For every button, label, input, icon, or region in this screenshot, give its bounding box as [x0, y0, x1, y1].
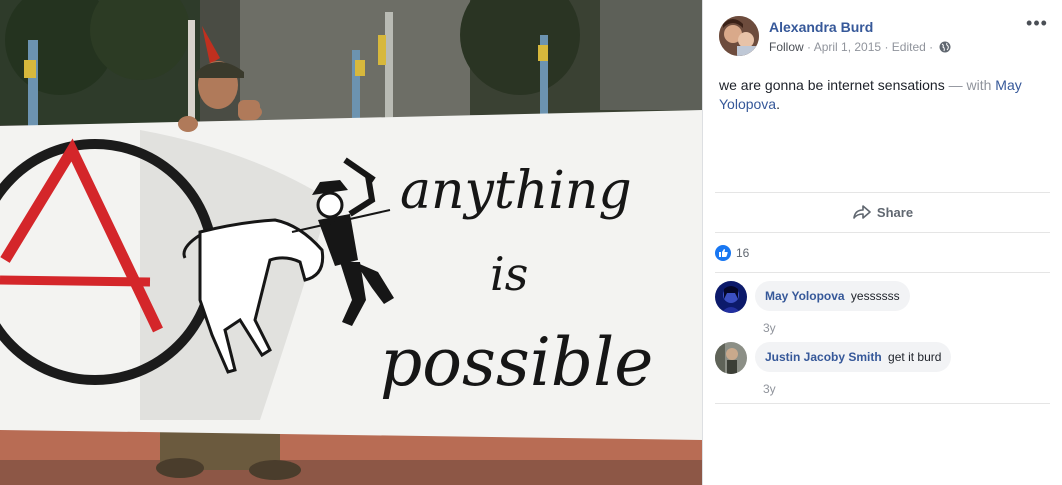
author-avatar[interactable] — [719, 16, 759, 56]
reaction-count: 16 — [736, 246, 750, 260]
comment-time[interactable]: 3y — [763, 321, 776, 335]
comment-bubble: May Yolopova yessssss — [755, 281, 910, 311]
tagged-suffix: . — [776, 96, 780, 112]
divider — [715, 403, 1050, 404]
commenter-avatar[interactable] — [715, 281, 747, 313]
divider — [715, 272, 1050, 273]
comment-time[interactable]: 3y — [763, 382, 776, 396]
comment-author[interactable]: May Yolopova — [765, 289, 845, 303]
share-button[interactable]: Share — [703, 196, 1062, 228]
post-details-panel: Alexandra Burd Follow · April 1, 2015 · … — [702, 0, 1062, 485]
photo-illustration: anything is possible — [0, 0, 702, 485]
author-name[interactable]: Alexandra Burd — [769, 19, 873, 35]
meta-separator: · — [884, 40, 889, 54]
meta-separator: · — [807, 40, 812, 54]
divider — [715, 232, 1050, 233]
post-header: Alexandra Burd Follow · April 1, 2015 · … — [719, 14, 1049, 58]
post-photo[interactable]: anything is possible — [0, 0, 702, 485]
comment-text: get it burd — [888, 350, 942, 364]
reaction-summary[interactable]: 16 — [715, 243, 749, 263]
comment-bubble: Justin Jacoby Smith get it burd — [755, 342, 952, 372]
more-options-icon[interactable]: ••• — [1025, 14, 1049, 36]
comment-author[interactable]: Justin Jacoby Smith — [765, 350, 882, 364]
comment-text: yessssss — [850, 289, 900, 303]
share-label: Share — [876, 204, 914, 220]
divider — [715, 192, 1050, 193]
post-date[interactable]: April 1, 2015 — [814, 40, 881, 54]
globe-icon[interactable] — [939, 41, 951, 53]
post-text: we are gonna be internet sensations — wi… — [719, 76, 1039, 114]
banner-text-possible: possible — [380, 324, 653, 401]
with-label: — with — [948, 77, 992, 93]
meta-separator: · — [929, 40, 934, 54]
banner-text-is: is — [490, 247, 528, 301]
edited-label[interactable]: Edited — [892, 40, 926, 54]
follow-link[interactable]: Follow — [769, 40, 804, 54]
post-meta: Follow · April 1, 2015 · Edited · — [769, 40, 951, 54]
post-body: we are gonna be internet sensations — [719, 77, 945, 93]
banner-text-anything: anything — [400, 161, 632, 221]
like-icon — [715, 245, 731, 261]
commenter-avatar[interactable] — [715, 342, 747, 374]
share-icon — [853, 205, 871, 219]
